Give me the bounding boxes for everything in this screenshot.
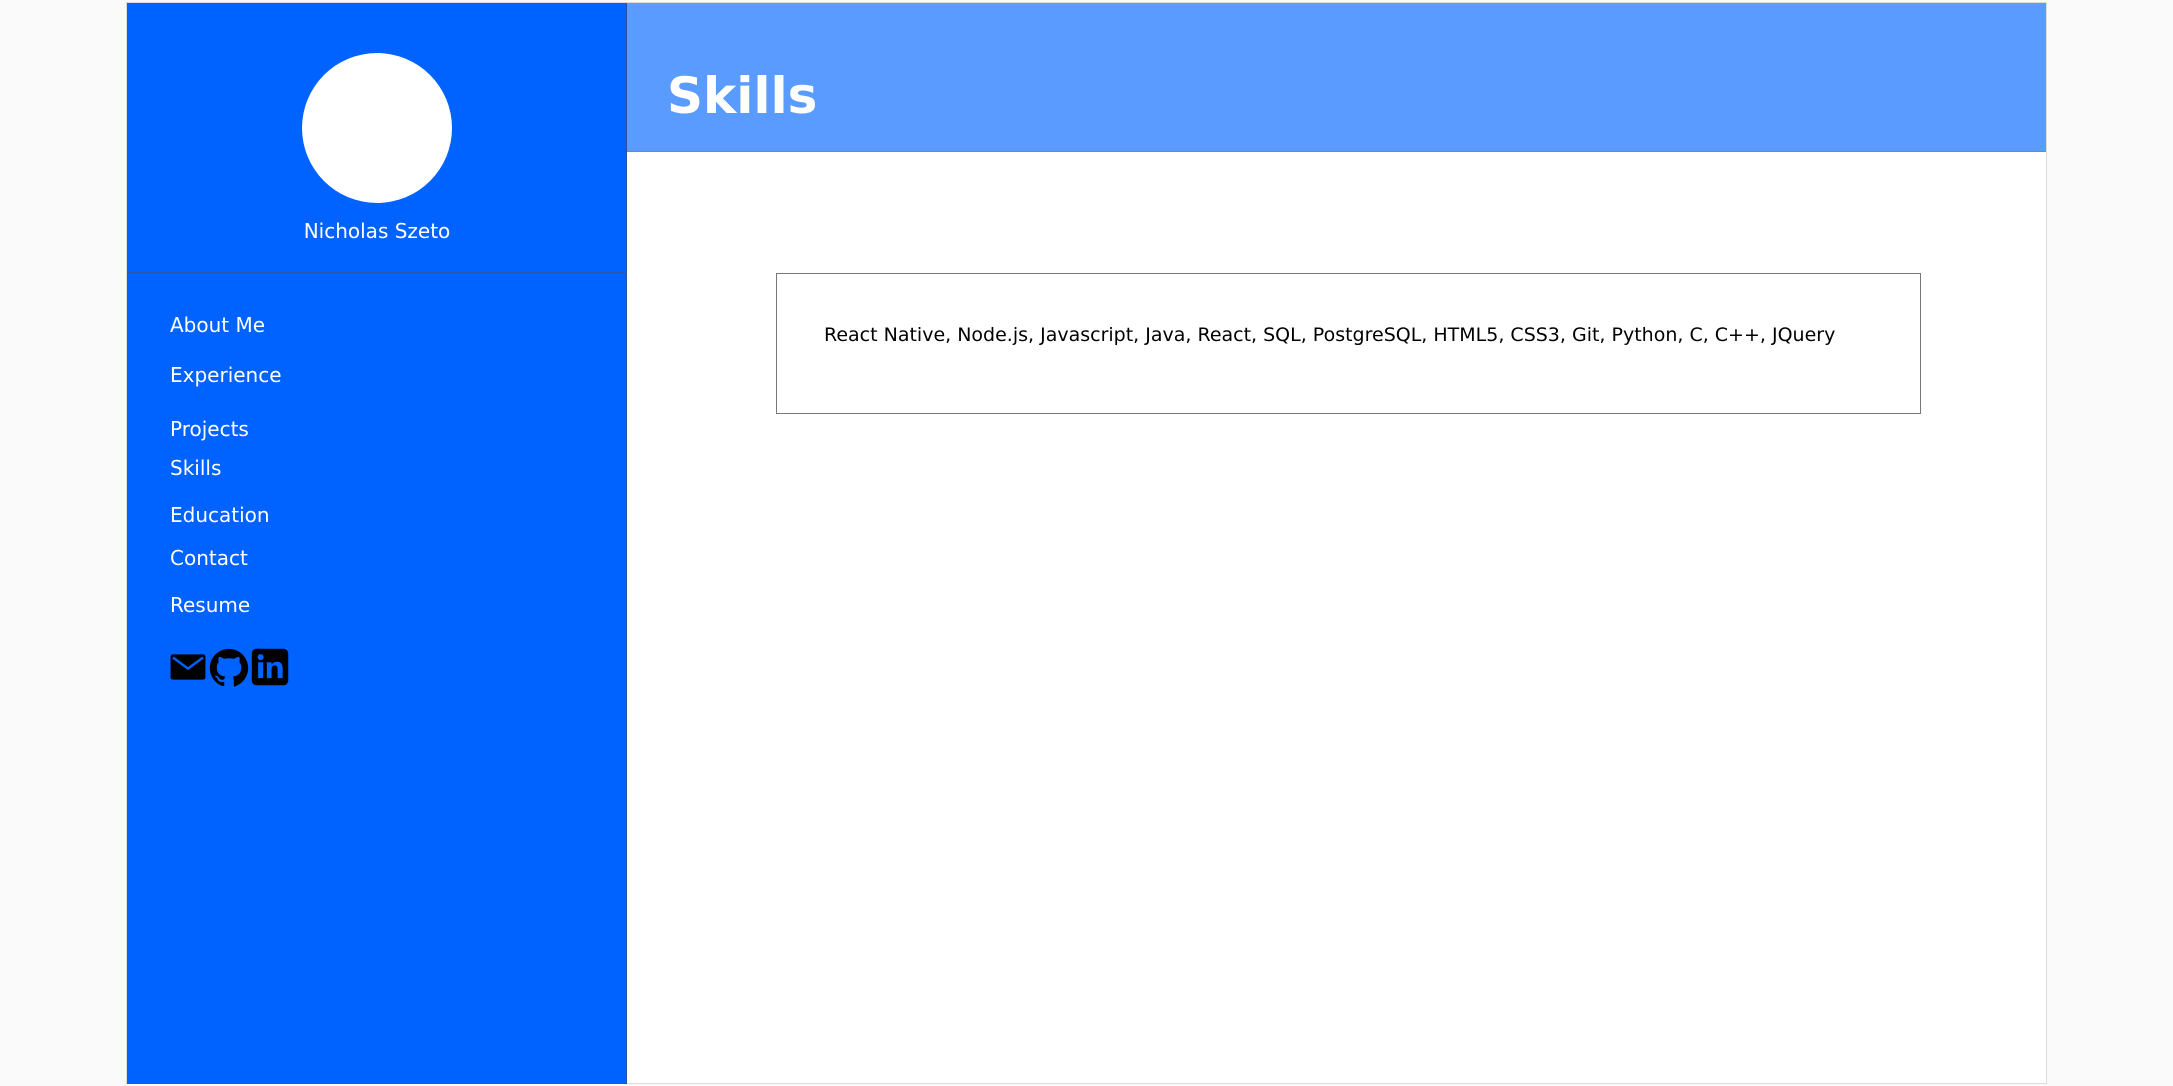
github-icon[interactable] [209, 648, 249, 687]
sidebar-item-projects[interactable]: Projects [170, 417, 249, 441]
mail-icon[interactable] [169, 648, 207, 686]
sidebar-item-contact[interactable]: Contact [170, 546, 248, 570]
sidebar: Nicholas Szeto About Me Experience Proje… [127, 3, 627, 1084]
linkedin-icon[interactable] [251, 648, 289, 686]
sidebar-item-education[interactable]: Education [170, 503, 270, 527]
page-title: Skills [667, 67, 818, 125]
skills-list-text: React Native, Node.js, Javascript, Java,… [824, 324, 1836, 346]
skills-card: React Native, Node.js, Javascript, Java,… [776, 273, 1921, 414]
profile-name: Nicholas Szeto [303, 219, 451, 243]
sidebar-item-resume[interactable]: Resume [170, 593, 250, 617]
sidebar-item-about-me[interactable]: About Me [170, 313, 265, 337]
profile-section: Nicholas Szeto [127, 3, 627, 273]
avatar [302, 53, 452, 203]
sidebar-item-skills[interactable]: Skills [170, 456, 221, 480]
page-header: Skills [627, 3, 2046, 152]
sidebar-item-experience[interactable]: Experience [170, 363, 282, 387]
